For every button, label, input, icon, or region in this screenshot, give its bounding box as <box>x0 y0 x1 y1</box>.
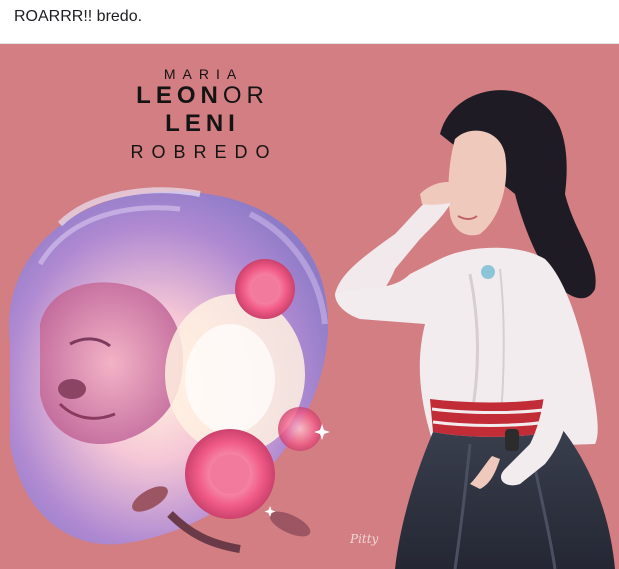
artist-signature: Pitty <box>350 532 379 546</box>
title-middle-bold: LEON <box>136 82 223 109</box>
lion-illustration <box>8 187 329 545</box>
title-middle-thin: OR <box>222 82 269 109</box>
title-surname: ROBREDO <box>130 142 278 162</box>
post-image[interactable]: MARIA LEONOR LENI ROBREDO Pitty <box>0 44 619 569</box>
artwork-illustration <box>8 90 615 569</box>
title-first-name: MARIA <box>163 66 244 82</box>
saluting-woman-illustration <box>335 90 615 569</box>
title-nickname: LENI <box>165 110 240 137</box>
title-middle-name: LEONOR <box>105 82 300 110</box>
artwork-title: MARIA LEONOR LENI ROBREDO <box>100 66 300 163</box>
post-caption: ROARRR!! bredo. <box>14 8 143 25</box>
